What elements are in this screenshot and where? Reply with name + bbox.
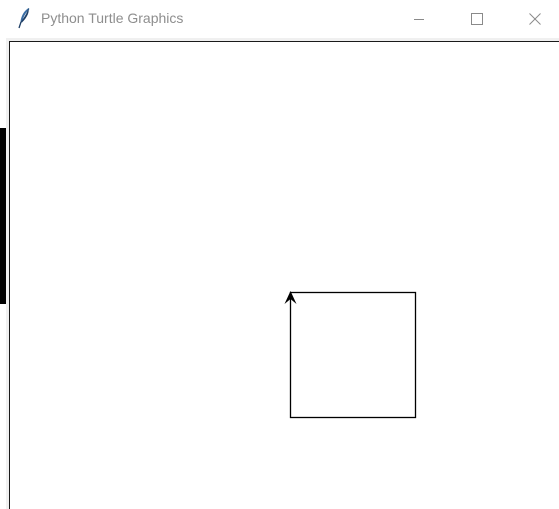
- canvas-drawing: [284, 291, 417, 419]
- drawn-square: [289, 291, 417, 419]
- turtle-window: Python Turtle Graphics: [0, 0, 559, 509]
